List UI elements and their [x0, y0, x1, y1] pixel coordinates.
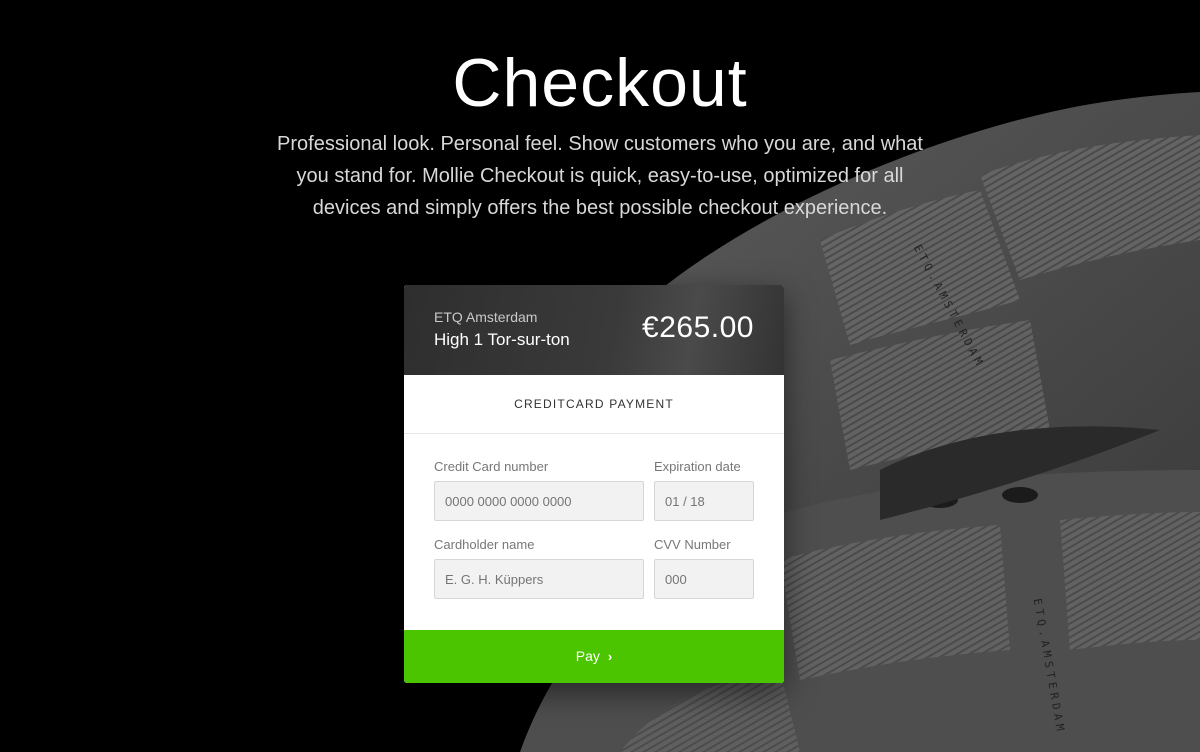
brand-text-lower: ETQ.AMSTERDAM — [1030, 597, 1068, 736]
expiration-date-input[interactable] — [654, 481, 754, 521]
brand-text-upper: ETQ.AMSTERDAM — [910, 242, 988, 371]
cvv-input[interactable] — [654, 559, 754, 599]
cardholder-name-input[interactable] — [434, 559, 644, 599]
chevron-right-icon: › — [607, 649, 613, 664]
expiration-date-label: Expiration date — [654, 459, 741, 474]
pay-button-label: Pay — [575, 648, 600, 664]
card-number-label: Credit Card number — [434, 459, 549, 474]
merchant-name: ETQ Amsterdam — [434, 309, 538, 325]
cvv-label: CVV Number — [654, 537, 731, 552]
product-name: High 1 Tor-sur-ton — [434, 330, 570, 349]
order-summary: ETQ Amsterdam High 1 Tor-sur-ton €265.00 — [404, 285, 784, 375]
cardholder-name-label: Cardholder name — [434, 537, 535, 552]
checkout-card: ETQ Amsterdam High 1 Tor-sur-ton €265.00… — [404, 285, 784, 683]
page-title: Checkout — [452, 45, 748, 121]
card-number-input[interactable] — [434, 481, 644, 521]
payment-method-title: CREDITCARD PAYMENT — [404, 375, 784, 434]
pay-button[interactable]: Pay › — [404, 630, 784, 683]
page-description: Professional look. Personal feel. Show c… — [277, 133, 923, 219]
order-amount: €265.00 — [642, 311, 754, 344]
